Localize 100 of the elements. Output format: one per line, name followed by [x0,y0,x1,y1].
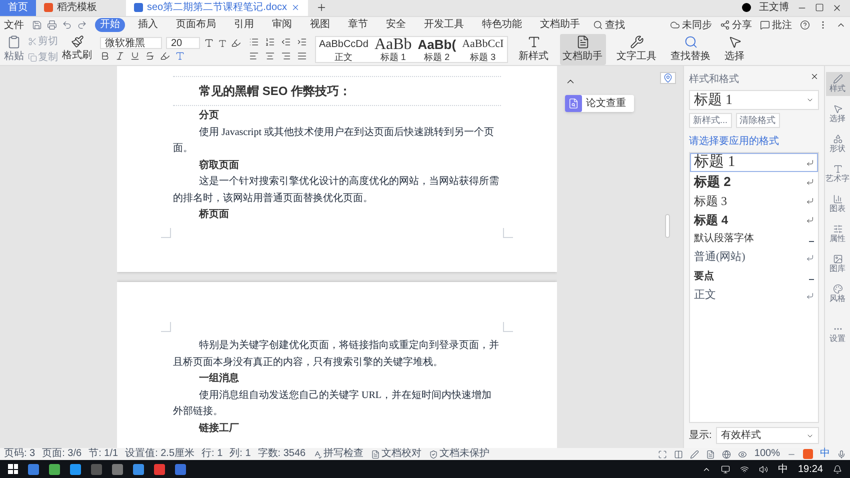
windows-start-icon[interactable] [8,464,18,474]
side-tab[interactable]: 艺术字 [826,162,850,186]
side-tab[interactable]: 样式 [826,72,850,96]
font-name-field[interactable]: 微软雅黑 [100,37,162,50]
style-preset[interactable]: AaBb( 标题 2 [414,36,460,62]
menu-tab[interactable]: 插入 [133,18,163,32]
zoom-level[interactable]: 100% [754,448,780,460]
menu-tab[interactable]: 引用 [229,18,259,32]
pane-button[interactable]: 清除格式 [736,113,780,128]
template-logo-icon [44,3,53,12]
paragraph-mark-icon [806,216,814,224]
taskbar-app-icon[interactable] [112,464,123,475]
scissors-icon [28,36,37,46]
proofread-button[interactable]: 文档校对 [370,448,422,460]
locate-button[interactable] [660,72,676,84]
numbered-list-icon [265,37,275,48]
menu-tab[interactable]: 页面布局 [171,18,221,32]
undo-icon [62,20,72,30]
select-icon [832,104,842,114]
file-menu[interactable]: 文件 [4,18,24,33]
format-painter-button[interactable]: 格式刷 [62,35,92,64]
menu-tab[interactable]: 审阅 [267,18,297,32]
style-list-item[interactable]: 标题 3 [690,191,818,210]
body-paragraph: 使用 Javascript 或其他技术使用户在到达页面后快速跳转到另一个页面。 [173,126,495,156]
share-button[interactable]: 分享 [720,18,752,33]
taskbar-app-icon[interactable] [133,464,144,475]
style-list-item[interactable]: 标题 1 [690,153,818,172]
protection-button[interactable]: 文档未保护 [428,448,490,460]
taskbar-app-icon[interactable] [28,464,39,475]
taskbar-app-icon[interactable] [49,464,60,475]
document-icon [370,450,380,459]
margin-corner-mark [161,228,171,238]
show-filter-field[interactable]: 有效样式 [716,427,819,444]
side-tab[interactable]: 风格 [826,282,850,306]
side-tab[interactable]: 图表 [826,192,850,216]
taskbar-app-icon[interactable] [175,464,186,475]
paper-check-icon [568,98,579,110]
close-icon [810,72,819,82]
style-preset[interactable]: AaBbCcI 标题 3 [459,36,507,62]
body-paragraph: 这是一个针对搜索引擎优化设计的高度优化的网站，当网站获得所需的排名时，该网站用普通页面替换优化页面。 [173,174,500,206]
print-icon [47,20,57,30]
strikethrough-icon [145,51,155,62]
style-tool-icon [526,34,541,49]
font-size-field[interactable]: 20 [166,37,200,50]
show-label: 显示: [689,429,712,444]
style-preset[interactable]: AaBbCcDd 正文 [316,36,372,62]
scrollbar-thumb[interactable] [665,214,670,238]
style-list-item[interactable]: 默认段落字体 [690,229,818,248]
ribbon-tool-button[interactable]: 文字工具 [614,34,660,66]
document-tab[interactable]: 首页 [0,0,36,16]
side-tab[interactable]: 选择 [826,102,850,126]
web-view-icon [722,450,732,459]
style-list-item[interactable]: 正文 [690,286,818,306]
style-list-item[interactable]: 要点 [690,267,818,286]
section-title: 常见的黑帽 SEO 作弊技巧： [199,83,352,100]
ime-mode[interactable]: 中 [820,448,830,460]
paper-check-button[interactable]: 论文查重 [565,95,634,112]
current-style-field[interactable]: 标题 1 [689,90,819,110]
spell-check-button[interactable]: 拼写检查 [312,448,364,460]
side-tab[interactable]: 图库 [826,252,850,276]
search-button[interactable]: 查找 [593,18,625,33]
side-tab[interactable]: 属性 [826,222,850,246]
ime-indicator[interactable]: 中 [778,462,788,477]
taskbar-app-icon[interactable] [154,464,165,475]
menu-tab[interactable]: 章节 [343,18,373,32]
style-list-item[interactable]: 标题 4 [690,210,818,230]
side-tab[interactable]: 形状 [826,132,850,156]
sync-button[interactable]: 未同步 [670,18,712,33]
document-tab[interactable]: seo第二期第二节课程笔记.docx [126,0,308,16]
split-view-icon [674,450,684,459]
align-center-icon [265,51,275,62]
clipboard-icon [7,34,21,49]
style-list-item[interactable]: 普通(网站) [690,248,818,268]
pen-icon [690,450,700,459]
status-item: 设置值: 2.5厘米 [125,448,195,460]
comment-button[interactable]: 批注 [760,18,792,33]
menu-tab[interactable]: 视图 [305,18,335,32]
menu-tab[interactable]: 安全 [381,18,411,32]
ribbon-tool-button[interactable]: 查找替换 [668,34,714,66]
margin-corner-mark [503,322,513,332]
ribbon-tool-button[interactable]: 新样式 [516,34,552,66]
style-list-item[interactable]: 标题 2 [690,172,818,192]
menu-tab[interactable]: 开始 [95,18,125,32]
user-name[interactable]: 王文博 [759,0,789,16]
menu-tab[interactable]: 开发工具 [419,18,469,32]
style-preset[interactable]: AaBb 标题 1 [371,36,415,62]
menu-tab[interactable]: 文档助手 [535,18,585,32]
side-tab[interactable]: 设置 [826,322,850,346]
status-item: 节: 1/1 [88,448,118,460]
ribbon-tool-button[interactable]: 文档助手 [560,34,606,66]
menu-tab[interactable]: 特色功能 [477,18,527,32]
paste-button[interactable]: 粘贴 [4,34,24,64]
copy-icon [28,52,37,62]
taskbar-app-icon[interactable] [70,464,81,475]
chart-icon [832,194,842,204]
clock[interactable]: 19:24 [798,462,823,477]
ribbon-tool-button[interactable]: 选择 [722,34,748,66]
status-item: 列: 1 [230,448,251,460]
pane-button[interactable]: 新样式... [689,113,732,128]
document-tab[interactable]: 稻壳模板 [36,0,126,16]
